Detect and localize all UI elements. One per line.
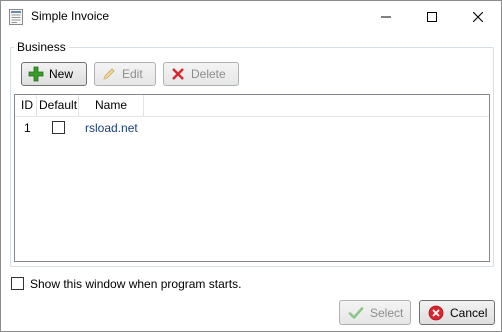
new-button-label: New bbox=[49, 67, 74, 81]
plus-icon bbox=[28, 66, 44, 82]
business-group-label: Business bbox=[14, 40, 69, 54]
title-bar[interactable]: Simple Invoice bbox=[1, 1, 501, 32]
new-button[interactable]: New bbox=[21, 62, 87, 86]
window-title: Simple Invoice bbox=[31, 9, 110, 23]
column-header-default[interactable]: Default bbox=[37, 95, 79, 117]
close-button[interactable] bbox=[455, 1, 501, 32]
maximize-button[interactable] bbox=[409, 1, 455, 32]
business-grid[interactable]: ID Default Name 1 rsload.net bbox=[14, 94, 490, 262]
minimize-button[interactable] bbox=[363, 1, 409, 32]
invoice-window: Simple Invoice Business New Edit Delete … bbox=[0, 0, 502, 332]
cancel-button[interactable]: Cancel bbox=[419, 300, 495, 325]
row-default-checkbox[interactable] bbox=[52, 121, 65, 134]
column-header-name[interactable]: Name bbox=[79, 95, 144, 117]
delete-button[interactable]: Delete bbox=[163, 62, 239, 86]
select-button[interactable]: Select bbox=[339, 300, 411, 325]
cancel-circle-icon bbox=[428, 305, 444, 321]
header-divider bbox=[15, 116, 489, 117]
maximize-icon bbox=[427, 11, 437, 22]
delete-x-icon bbox=[170, 66, 186, 82]
row-id: 1 bbox=[24, 121, 31, 135]
show-on-start-checkbox[interactable] bbox=[11, 277, 24, 290]
close-icon bbox=[473, 11, 483, 22]
select-button-label: Select bbox=[370, 305, 404, 320]
edit-button-label: Edit bbox=[122, 67, 143, 81]
row-name: rsload.net bbox=[85, 121, 138, 135]
document-icon bbox=[9, 9, 23, 25]
show-on-start-label[interactable]: Show this window when program starts. bbox=[30, 277, 241, 291]
column-header-id[interactable]: ID bbox=[15, 95, 37, 117]
edit-button[interactable]: Edit bbox=[94, 62, 156, 86]
delete-button-label: Delete bbox=[191, 67, 226, 81]
checkmark-icon bbox=[348, 305, 364, 321]
pencil-icon bbox=[101, 66, 117, 82]
minimize-icon bbox=[381, 16, 391, 17]
cancel-button-label: Cancel bbox=[450, 305, 488, 320]
